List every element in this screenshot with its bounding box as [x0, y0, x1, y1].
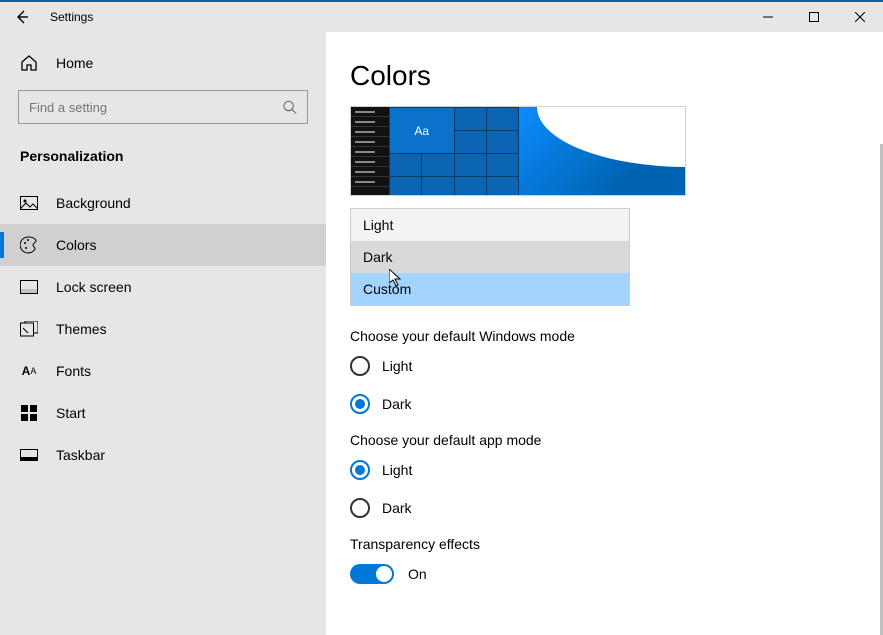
sidebar-item-label: Themes	[56, 321, 107, 337]
windows-mode-light[interactable]: Light	[350, 356, 859, 376]
sidebar-item-background[interactable]: Background	[0, 182, 326, 224]
back-button[interactable]	[0, 2, 44, 32]
dropdown-option-light[interactable]: Light	[351, 209, 629, 241]
sidebar-item-label: Taskbar	[56, 447, 105, 463]
dropdown-option-dark[interactable]: Dark	[351, 241, 629, 273]
app-mode-dark[interactable]: Dark	[350, 498, 859, 518]
radio-label: Dark	[382, 500, 412, 516]
minimize-icon	[763, 12, 773, 22]
app-mode-label: Choose your default app mode	[350, 432, 859, 448]
app-mode-light[interactable]: Light	[350, 460, 859, 480]
sidebar-item-start[interactable]: Start	[0, 392, 326, 434]
maximize-button[interactable]	[791, 2, 837, 32]
transparency-label: Transparency effects	[350, 536, 859, 552]
color-preview: Aa	[350, 106, 686, 196]
home-link[interactable]: Home	[0, 44, 326, 82]
radio-icon	[350, 356, 370, 376]
search-icon	[282, 99, 297, 115]
sidebar-item-label: Lock screen	[56, 279, 131, 295]
window-title: Settings	[50, 10, 93, 24]
start-icon	[20, 404, 38, 422]
search-input-wrapper[interactable]	[18, 90, 308, 124]
palette-icon	[20, 236, 38, 254]
sidebar-item-themes[interactable]: Themes	[0, 308, 326, 350]
sidebar-item-label: Start	[56, 405, 86, 421]
close-icon	[855, 12, 865, 22]
radio-label: Light	[382, 462, 412, 478]
color-mode-dropdown[interactable]: Light Dark Custom	[350, 208, 630, 306]
titlebar: Settings	[0, 0, 883, 32]
sidebar-item-label: Background	[56, 195, 131, 211]
sidebar-item-label: Fonts	[56, 363, 91, 379]
toggle-state-label: On	[408, 566, 427, 582]
radio-icon	[350, 498, 370, 518]
radio-icon	[350, 394, 370, 414]
fonts-icon: AA	[20, 362, 38, 380]
picture-icon	[20, 194, 38, 212]
radio-icon	[350, 460, 370, 480]
windows-mode-dark[interactable]: Dark	[350, 394, 859, 414]
maximize-icon	[809, 12, 819, 22]
search-input[interactable]	[29, 100, 282, 115]
taskbar-icon	[20, 446, 38, 464]
dropdown-option-custom[interactable]: Custom	[351, 273, 629, 305]
content-area: Colors Aa Light Dark Custom Choose your …	[326, 32, 883, 635]
windows-mode-label: Choose your default Windows mode	[350, 328, 859, 344]
sidebar: Home Personalization Background Colors L…	[0, 32, 326, 635]
minimize-button[interactable]	[745, 2, 791, 32]
close-button[interactable]	[837, 2, 883, 32]
section-header: Personalization	[0, 142, 326, 182]
home-label: Home	[56, 55, 93, 71]
arrow-left-icon	[14, 9, 30, 25]
sidebar-item-taskbar[interactable]: Taskbar	[0, 434, 326, 476]
transparency-toggle[interactable]	[350, 564, 394, 584]
radio-label: Dark	[382, 396, 412, 412]
sidebar-item-colors[interactable]: Colors	[0, 224, 326, 266]
sidebar-item-label: Colors	[56, 237, 96, 253]
page-title: Colors	[350, 60, 859, 92]
sidebar-item-fonts[interactable]: AA Fonts	[0, 350, 326, 392]
preview-tile-aa: Aa	[390, 108, 454, 153]
lockscreen-icon	[20, 278, 38, 296]
themes-icon	[20, 320, 38, 338]
sidebar-item-lockscreen[interactable]: Lock screen	[0, 266, 326, 308]
home-icon	[20, 54, 38, 72]
radio-label: Light	[382, 358, 412, 374]
